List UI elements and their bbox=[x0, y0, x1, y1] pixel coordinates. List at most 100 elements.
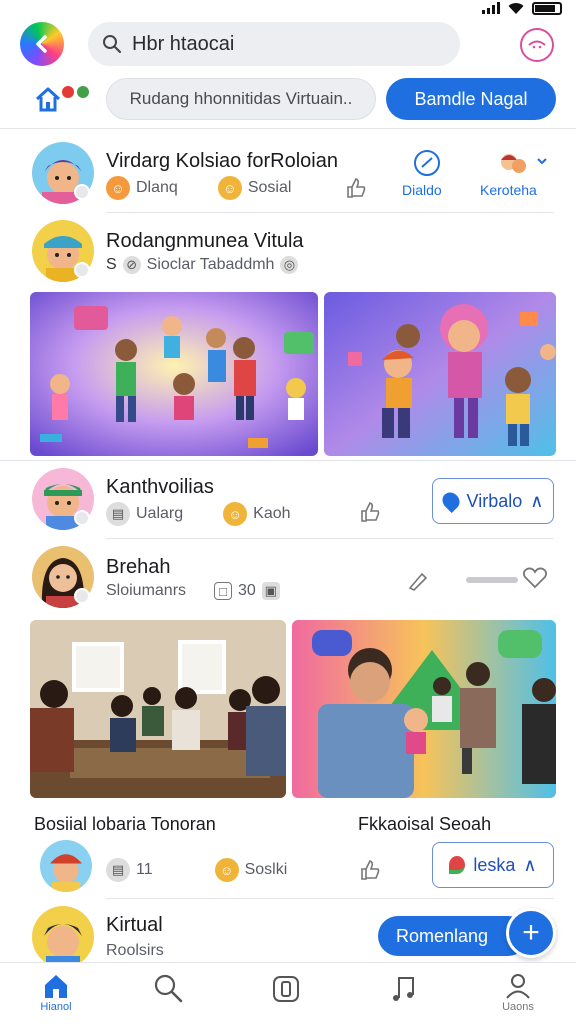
nav-home[interactable]: Hianol bbox=[16, 973, 96, 1013]
people-icon[interactable] bbox=[498, 150, 528, 178]
image-count-icon: □ bbox=[214, 582, 233, 600]
meta-text: Sosial bbox=[247, 179, 292, 196]
chevron-up-icon: ∧ bbox=[530, 490, 544, 511]
music-icon bbox=[393, 977, 414, 1001]
meta-text: Kaoh bbox=[253, 505, 291, 522]
phone-icon bbox=[273, 976, 299, 1002]
divider bbox=[0, 128, 576, 129]
comment-icon: ▤ bbox=[106, 858, 130, 882]
meta-text: Sioclar Tabaddmh bbox=[146, 256, 275, 273]
like-icon[interactable] bbox=[344, 176, 368, 200]
share-icon[interactable] bbox=[412, 148, 442, 178]
signal-icon bbox=[482, 2, 500, 14]
post-meta: ☺ Dlanq ☺ Sosial bbox=[106, 176, 291, 200]
meta-text: Sloiumanrs bbox=[106, 582, 187, 599]
back-arrow-icon bbox=[36, 35, 47, 53]
topic-input[interactable]: Rudang hhonnitidas Virtuain.. bbox=[106, 78, 376, 120]
share-arrow-icon[interactable] bbox=[406, 568, 430, 592]
search-bar[interactable] bbox=[88, 22, 460, 66]
topic-input-text: Rudang hhonnitidas Virtuain.. bbox=[129, 89, 353, 108]
emoji-icon: ☺ bbox=[223, 502, 248, 526]
leska-label: leska bbox=[473, 854, 516, 875]
image-caption: Bosiial lobaria Tonoran bbox=[34, 814, 216, 834]
emoji-icon: ☺ bbox=[214, 858, 239, 882]
chat-button[interactable] bbox=[520, 28, 554, 62]
meta-prefix: S bbox=[106, 256, 117, 273]
romenlang-label: Romenlang bbox=[396, 925, 489, 946]
plus-icon: + bbox=[522, 916, 540, 949]
post-author-name[interactable]: Virdarg Kolsiao forRoloian bbox=[106, 150, 338, 173]
like-icon[interactable] bbox=[358, 858, 382, 882]
primary-action-button[interactable]: Bamdle Nagal bbox=[386, 78, 556, 120]
search-icon bbox=[103, 35, 122, 54]
tag-icon: ▣ bbox=[261, 582, 280, 600]
action-label[interactable]: Keroteha bbox=[480, 182, 537, 198]
bottom-nav: Hianol Uaons bbox=[0, 962, 576, 1024]
meta-text: Ualarg bbox=[136, 505, 184, 522]
post-meta: ▤ Ualarg ☺ Kaoh bbox=[106, 502, 291, 526]
heart-icon[interactable] bbox=[522, 566, 548, 590]
nav-profile[interactable]: Uaons bbox=[478, 973, 558, 1013]
comment-icon: ▤ bbox=[106, 502, 130, 526]
post-meta: Roolsirs bbox=[106, 942, 164, 960]
like-icon[interactable] bbox=[358, 500, 382, 524]
profile-icon bbox=[506, 974, 530, 999]
home-icon bbox=[45, 975, 67, 998]
emoji-icon: ☺ bbox=[106, 176, 130, 200]
nav-profile-label: Uaons bbox=[502, 1001, 534, 1013]
meta-text: Soslki bbox=[244, 861, 288, 878]
link-icon: ⊘ bbox=[122, 256, 141, 274]
post-image-party[interactable] bbox=[30, 292, 318, 456]
home-icon[interactable] bbox=[34, 86, 62, 112]
post-author-name[interactable]: Kirtual bbox=[106, 914, 163, 937]
post-author-name[interactable]: Kanthvoilias bbox=[106, 476, 214, 499]
meta-text: Roolsirs bbox=[106, 942, 164, 959]
wifi-icon bbox=[508, 2, 524, 14]
verified-badge bbox=[74, 510, 90, 526]
nav-music[interactable] bbox=[364, 973, 444, 1003]
verified-badge bbox=[74, 262, 90, 278]
add-button[interactable]: + bbox=[506, 908, 556, 958]
leska-button[interactable]: leska ∧ bbox=[432, 842, 554, 888]
status-dots bbox=[62, 86, 89, 98]
verified-badge bbox=[74, 588, 90, 604]
top-bar bbox=[0, 22, 576, 72]
chevron-down-icon[interactable] bbox=[536, 156, 548, 166]
search-input[interactable] bbox=[132, 32, 432, 56]
action-label[interactable]: Dialdo bbox=[402, 182, 442, 198]
meta-text: 11 bbox=[136, 861, 153, 878]
image-caption: Fkkaoisal Seoah bbox=[358, 814, 492, 834]
post-author-name[interactable]: Rodangnmunea Vitula bbox=[106, 230, 304, 253]
primary-action-label: Bamdle Nagal bbox=[414, 88, 528, 109]
post-author-name[interactable]: Brehah bbox=[106, 556, 171, 579]
avatar[interactable] bbox=[32, 906, 94, 968]
post-image-dance[interactable] bbox=[324, 292, 556, 456]
virbalo-button[interactable]: Virbalo ∧ bbox=[432, 478, 554, 524]
nav-home-label: Hianol bbox=[40, 1001, 72, 1013]
post-image-kids[interactable] bbox=[292, 620, 556, 798]
virbalo-label: Virbalo bbox=[466, 490, 523, 511]
battery-icon bbox=[532, 1, 562, 15]
divider bbox=[106, 538, 554, 539]
back-button[interactable] bbox=[20, 22, 64, 66]
camera-icon: ◎ bbox=[280, 256, 299, 274]
nav-search[interactable] bbox=[128, 973, 208, 1003]
chat-bubble-icon bbox=[528, 40, 546, 49]
post-image-group[interactable] bbox=[30, 620, 286, 798]
verified-badge bbox=[74, 184, 90, 200]
chevron-up-icon: ∧ bbox=[523, 854, 537, 875]
location-pin-icon bbox=[438, 488, 463, 514]
emoji-icon: ☺ bbox=[217, 176, 242, 200]
divider bbox=[106, 212, 554, 213]
nav-phone[interactable] bbox=[246, 973, 326, 1003]
leska-icon bbox=[449, 856, 466, 874]
divider bbox=[106, 898, 554, 899]
meta-number: 30 bbox=[238, 582, 256, 599]
post-meta: ▤ 11 ☺ Soslki bbox=[106, 858, 287, 882]
status-bar bbox=[0, 0, 576, 18]
reaction-count-icon bbox=[466, 577, 518, 583]
divider bbox=[0, 460, 576, 461]
post-meta: Sloiumanrs □ 30 ▣ bbox=[106, 582, 280, 600]
avatar[interactable] bbox=[40, 840, 92, 892]
meta-text: Dlanq bbox=[136, 179, 178, 196]
